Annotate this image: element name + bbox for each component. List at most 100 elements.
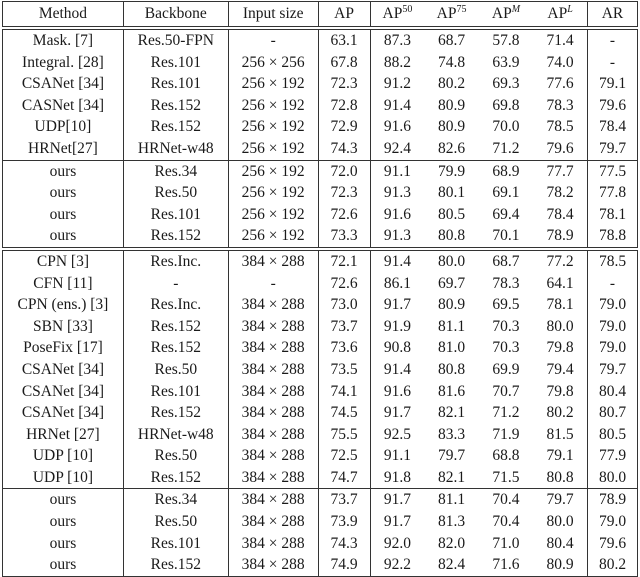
- table-row: HRNet[27] HRNet-w48 256 × 192 74.3 92.4 82.6 7…: [2, 137, 638, 161]
- cell-apm: 70.7: [492, 382, 520, 400]
- cell-ar: -: [587, 26, 638, 52]
- cell-ap75: 80.9: [438, 296, 466, 314]
- cell-ap: 73.7: [317, 315, 370, 338]
- cell-apl: 78.1: [546, 296, 574, 314]
- cell-input-size: 384 × 288: [227, 511, 319, 533]
- cell-input-size: 384 × 288: [227, 358, 319, 381]
- cell-backbone: Res.Inc.: [122, 246, 229, 273]
- cell-backbone: Res.152: [122, 402, 229, 424]
- table-row: CSANet [34] Res.101 384 × 288 74.1 91.6 81.6 7…: [2, 380, 638, 403]
- cell-method: CSANet [34]: [2, 402, 124, 424]
- cell-apm: 70.3: [492, 317, 520, 335]
- cell-method: ours: [2, 511, 124, 533]
- cell-ap75: 68.7: [424, 26, 479, 52]
- cell-apm: 57.8: [478, 26, 534, 52]
- cell-ap50: 91.7: [369, 488, 425, 512]
- cell-backbone: Res.152: [122, 225, 229, 250]
- cell-apl: 80.0: [546, 513, 574, 531]
- cell-apm: 71.2: [492, 404, 520, 422]
- cell-ap75: 80.5: [438, 205, 466, 223]
- cell-method: ours: [2, 532, 124, 555]
- cell-ap: 73.3: [317, 225, 370, 250]
- table-row: HRNet [27] HRNet-w48 384 × 288 75.5 92.5 83.3…: [2, 423, 638, 446]
- cell-ap: 72.3: [317, 182, 370, 204]
- cell-apl: 79.8: [546, 382, 574, 400]
- cell-ap50: 92.5: [369, 423, 425, 446]
- cell-ap75: 79.7: [438, 447, 466, 465]
- cell-apm: 69.4: [492, 205, 520, 223]
- cell-ap50: 91.4: [369, 94, 425, 117]
- cell-apm: 71.9: [492, 425, 520, 443]
- cell-ap: 67.8: [317, 51, 370, 74]
- cell-ap: 72.9: [317, 116, 370, 138]
- cell-input-size: 256 × 192: [227, 73, 319, 95]
- table-row: CSANet [34] Res.50 384 × 288 73.5 91.4 80.8 69…: [2, 358, 638, 381]
- table-row: Integral. [28] Res.101 256 × 256 67.8 88.2 74…: [2, 51, 638, 74]
- cell-ap75: 80.8: [424, 225, 479, 250]
- cell-apm: 71.2: [492, 139, 520, 157]
- cell-ar: 80.5: [587, 423, 638, 446]
- cell-ar: 80.2: [587, 554, 638, 577]
- cell-backbone: HRNet-w48: [122, 137, 229, 161]
- cell-ap50: 91.1: [369, 445, 425, 467]
- cell-method: SBN [33]: [2, 315, 124, 338]
- table-row: UDP[10] Res.152 256 × 192 72.9 91.6 80.9 70.0 7…: [2, 116, 638, 138]
- header-input-size: Input size: [227, 1, 319, 28]
- header-ap75-sup: 75: [456, 4, 467, 15]
- table-row: CPN [3] Res.Inc. 384 × 288 72.1 91.4 80.0 68.7…: [2, 246, 638, 273]
- cell-apl: 74.0: [546, 53, 574, 71]
- cell-input-size: 256 × 192: [227, 182, 319, 204]
- cell-ap: 74.5: [317, 402, 370, 424]
- cell-ar: 78.5: [587, 246, 638, 273]
- cell-backbone: Res.101: [122, 51, 229, 74]
- cell-ap: 74.1: [317, 380, 370, 403]
- cell-apm: 69.9: [492, 360, 520, 378]
- cell-apm: 71.6: [478, 554, 534, 577]
- cell-method: Integral. [28]: [2, 51, 124, 74]
- cell-ap75: 81.3: [438, 513, 466, 531]
- cell-ap50: 91.1: [369, 159, 425, 183]
- cell-apm: 71.0: [492, 534, 520, 552]
- cell-ap75: 81.6: [438, 382, 466, 400]
- header-ar: AR: [587, 1, 638, 28]
- header-ap50: AP50: [369, 1, 425, 28]
- table-row-ours: ours Res.50 256 × 192 72.3 91.3 80.1 69.1 78.2 7…: [2, 182, 638, 204]
- cell-input-size: 384 × 288: [227, 246, 319, 273]
- cell-method: ours: [2, 203, 124, 226]
- cell-apl: 78.4: [546, 205, 574, 223]
- cell-ap75: 80.0: [424, 246, 479, 273]
- cell-input-size: 384 × 288: [227, 402, 319, 424]
- cell-apl: 80.4: [546, 534, 574, 552]
- cell-ap: 75.5: [317, 423, 370, 446]
- cell-method: ours: [2, 554, 124, 577]
- cell-ar: 79.0: [587, 315, 638, 338]
- table-row: SBN [33] Res.152 384 × 288 73.7 91.9 81.1 70.3…: [2, 315, 638, 338]
- header-ap75: AP75: [424, 1, 479, 28]
- cell-backbone: Res.34: [122, 488, 229, 512]
- cell-ap75: 69.7: [438, 274, 466, 292]
- cell-input-size: 384 × 288: [227, 315, 319, 338]
- cell-ar: 79.0: [587, 294, 638, 316]
- cell-ap50: 91.4: [369, 358, 425, 381]
- table-row: CSANet [34] Res.152 384 × 288 74.5 91.7 82.1 7…: [2, 402, 638, 424]
- cell-ap75: 80.1: [438, 184, 466, 202]
- cell-ap: 72.5: [317, 445, 370, 467]
- cell-ap75: 81.1: [438, 317, 466, 335]
- cell-ar: 79.6: [587, 532, 638, 555]
- cell-apm: 71.5: [492, 468, 520, 486]
- cell-apl: 80.0: [546, 317, 574, 335]
- cell-input-size: 256 × 192: [227, 116, 319, 138]
- cell-backbone: Res.101: [122, 203, 229, 226]
- cell-ar: 77.9: [587, 445, 638, 467]
- table-row: CASNet [34] Res.152 256 × 192 72.8 91.4 80.9 6…: [2, 94, 638, 117]
- cell-ap50: 92.4: [369, 137, 425, 161]
- cell-method: ours: [2, 159, 124, 183]
- cell-apm: 69.8: [492, 96, 520, 114]
- table-row-ours: ours Res.152 384 × 288 74.9 92.2 82.4 71.6 80.9…: [2, 554, 638, 577]
- cell-ap50: 86.1: [369, 272, 425, 295]
- cell-input-size: 384 × 288: [227, 466, 319, 489]
- cell-backbone: Res.Inc.: [122, 294, 229, 316]
- cell-apm: 70.4: [492, 513, 520, 531]
- cell-ap75: 82.1: [438, 404, 466, 422]
- cell-backbone: Res.152: [122, 94, 229, 117]
